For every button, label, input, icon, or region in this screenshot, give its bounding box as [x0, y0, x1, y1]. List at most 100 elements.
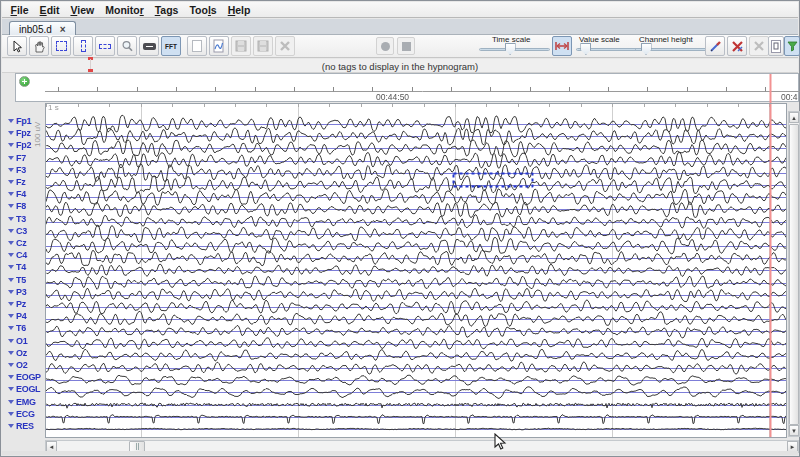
channel-dropdown-icon[interactable]: [8, 253, 14, 257]
channel-dropdown-icon[interactable]: [8, 265, 14, 269]
channel-dropdown-icon[interactable]: [8, 363, 14, 367]
save-button[interactable]: [231, 36, 251, 56]
menu-tags[interactable]: Tags: [149, 4, 184, 16]
scroll-down-button[interactable]: ▼: [789, 425, 799, 436]
channel-label-Fp2[interactable]: Fp2: [8, 140, 31, 150]
channel-dropdown-icon[interactable]: [8, 424, 14, 428]
menu-tools[interactable]: Tools: [184, 4, 222, 16]
channel-dropdown-icon[interactable]: [8, 204, 14, 208]
channel-label-Fz[interactable]: Fz: [8, 177, 25, 187]
channel-label-C4[interactable]: C4: [8, 250, 27, 260]
tab-inb05[interactable]: inb05.d ×: [9, 21, 76, 36]
channel-dropdown-icon[interactable]: [8, 302, 14, 306]
channel-label-ECG[interactable]: ECG: [8, 409, 35, 419]
channel-dropdown-icon[interactable]: [8, 131, 14, 135]
stop-button[interactable]: [397, 37, 415, 55]
vertical-scrollbar[interactable]: ▲ ▼: [788, 111, 800, 437]
channel-label-F4[interactable]: F4: [8, 189, 26, 199]
horizontal-select-tool-button[interactable]: [95, 36, 115, 56]
channel-dropdown-icon[interactable]: [8, 119, 14, 123]
channel-label-EOGP[interactable]: EOGP: [8, 372, 41, 382]
channel-dropdown-icon[interactable]: [8, 278, 14, 282]
channel-dropdown-icon[interactable]: [8, 192, 14, 196]
channel-dropdown-icon[interactable]: [8, 314, 14, 318]
channel-dropdown-icon[interactable]: [8, 217, 14, 221]
tag-position-marker[interactable]: [88, 57, 93, 72]
time-scale-slider[interactable]: Time scale: [479, 38, 551, 56]
menu-edit[interactable]: Edit: [34, 4, 65, 16]
menu-view[interactable]: View: [65, 4, 100, 16]
channel-name: Fp2: [16, 140, 31, 150]
vertical-select-tool-button[interactable]: [73, 36, 93, 56]
channel-label-EOGL[interactable]: EOGL: [8, 384, 40, 394]
save-all-button[interactable]: [253, 36, 273, 56]
channel-dropdown-icon[interactable]: [8, 351, 14, 355]
menu-monitor[interactable]: Monitor: [100, 4, 150, 16]
pointer-tool-button[interactable]: [7, 36, 27, 56]
channel-label-Pz[interactable]: Pz: [8, 299, 26, 309]
channel-dropdown-icon[interactable]: [8, 156, 14, 160]
channel-label-EMG[interactable]: EMG: [8, 397, 36, 407]
channel-label-F7[interactable]: F7: [8, 153, 26, 163]
channel-label-P4[interactable]: P4: [8, 311, 26, 321]
fft-tool-button[interactable]: FFT: [161, 36, 181, 56]
channel-dropdown-icon[interactable]: [8, 180, 14, 184]
channel-name: EMG: [16, 397, 36, 407]
amplitude-scale-label: 100 uV: [33, 122, 42, 147]
tab-close-icon[interactable]: ×: [60, 24, 66, 35]
pan-tool-button[interactable]: [29, 36, 49, 56]
channel-dropdown-icon[interactable]: [8, 229, 14, 233]
channel-dropdown-icon[interactable]: [8, 168, 14, 172]
channel-dropdown-icon[interactable]: [8, 339, 14, 343]
channel-label-Fpz[interactable]: Fpz: [8, 128, 31, 138]
filter-button[interactable]: [784, 36, 800, 56]
channel-label-RES[interactable]: RES: [8, 421, 34, 431]
menu-file[interactable]: File: [5, 4, 34, 16]
channel-dropdown-icon[interactable]: [8, 241, 14, 245]
time-lock-button[interactable]: [552, 36, 572, 56]
channel-label-F3[interactable]: F3: [8, 165, 26, 175]
measure-tool-button[interactable]: [139, 36, 159, 56]
box-select-tool-button[interactable]: [51, 36, 71, 56]
channel-label-Cz[interactable]: Cz: [8, 238, 26, 248]
record-button[interactable]: [376, 37, 394, 55]
tab-title: inb05.d: [19, 24, 52, 35]
channel-label-T4[interactable]: T4: [8, 262, 26, 272]
report-button[interactable]: [768, 36, 784, 56]
annotate-tool-button[interactable]: [705, 36, 725, 56]
new-page-button[interactable]: [187, 36, 207, 56]
channel-label-P3[interactable]: P3: [8, 287, 26, 297]
channel-dropdown-icon[interactable]: [8, 375, 14, 379]
channel-dropdown-icon[interactable]: [8, 326, 14, 330]
scroll-up-button[interactable]: ▲: [789, 112, 799, 123]
channel-dropdown-icon[interactable]: [8, 387, 14, 391]
channel-label-T3[interactable]: T3: [8, 214, 26, 224]
channel-name: Fz: [16, 177, 25, 187]
close-file-button[interactable]: [275, 36, 295, 56]
channel-name: F8: [16, 201, 26, 211]
vertical-scroll-thumb[interactable]: [789, 124, 799, 425]
channel-dropdown-icon[interactable]: [8, 412, 14, 416]
channel-label-F8[interactable]: F8: [8, 201, 26, 211]
channel-name: Oz: [16, 348, 27, 358]
delete-all-button[interactable]: [749, 36, 769, 56]
channel-dropdown-icon[interactable]: [8, 400, 14, 404]
zoom-tool-button[interactable]: [117, 36, 137, 56]
channel-label-O2[interactable]: O2: [8, 360, 27, 370]
signal-page-button[interactable]: [209, 36, 229, 56]
channel-dropdown-icon[interactable]: [8, 290, 14, 294]
channel-name: O1: [16, 336, 27, 346]
channel-label-T6[interactable]: T6: [8, 323, 26, 333]
channel-label-O1[interactable]: O1: [8, 336, 27, 346]
channel-label-Oz[interactable]: Oz: [8, 348, 27, 358]
channel-label-T5[interactable]: T5: [8, 275, 26, 285]
channel-dropdown-icon[interactable]: [8, 143, 14, 147]
menu-help[interactable]: Help: [222, 4, 256, 16]
channel-height-slider[interactable]: Channel height: [635, 38, 715, 56]
channel-label-C3[interactable]: C3: [8, 226, 27, 236]
delete-tag-tool-button[interactable]: [727, 36, 747, 56]
channel-label-Fp1[interactable]: Fp1: [8, 116, 31, 126]
waveform-canvas[interactable]: [46, 104, 786, 437]
channel-name: F3: [16, 165, 26, 175]
record-icon: [381, 42, 390, 51]
